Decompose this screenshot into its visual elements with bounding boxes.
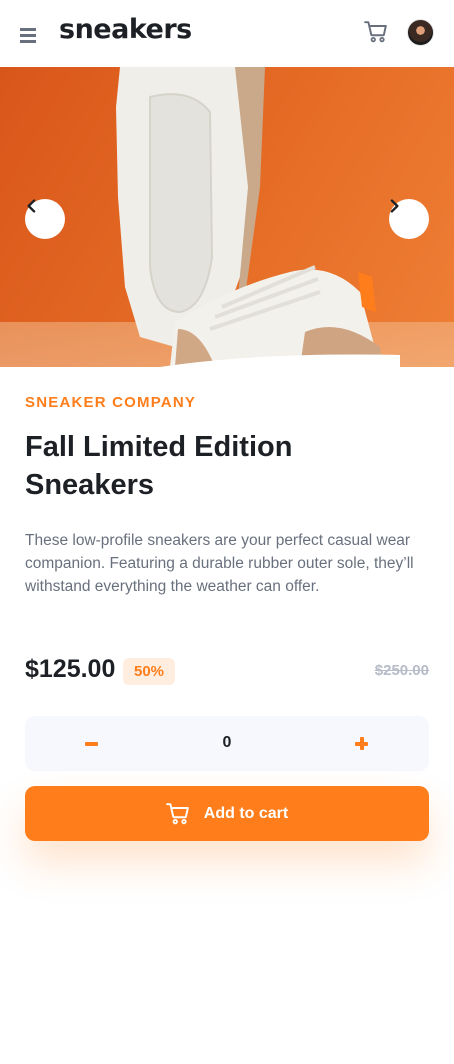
product-description: These low-profile sneakers are your perf… bbox=[25, 532, 414, 595]
quantity-stepper: 0 bbox=[25, 716, 429, 771]
gallery-previous-button[interactable] bbox=[25, 199, 65, 239]
discount-badge: 50% bbox=[123, 658, 175, 685]
top-bar: sneakers bbox=[0, 0, 454, 67]
cart-icon[interactable] bbox=[364, 20, 388, 44]
chevron-left-icon bbox=[27, 199, 36, 213]
add-to-cart-label: Add to cart bbox=[203, 804, 289, 822]
cart-icon bbox=[165, 802, 189, 824]
add-to-cart-button[interactable]: Add to cart bbox=[25, 786, 429, 841]
gallery-next-button[interactable] bbox=[389, 199, 429, 239]
product-image-gallery bbox=[0, 67, 454, 367]
company-name: SNEAKER COMPANY bbox=[25, 394, 197, 411]
brand-logo[interactable]: sneakers bbox=[59, 14, 192, 45]
hamburger-menu-icon[interactable] bbox=[20, 28, 36, 43]
original-price: $250.00 bbox=[374, 662, 429, 679]
sneaker-product-image bbox=[0, 67, 454, 367]
user-avatar[interactable] bbox=[407, 19, 434, 46]
plus-icon[interactable] bbox=[351, 733, 373, 755]
product-title: Fall Limited Edition Sneakers bbox=[25, 431, 293, 501]
current-price: $125.00 bbox=[25, 655, 116, 683]
chevron-right-icon bbox=[390, 199, 399, 213]
